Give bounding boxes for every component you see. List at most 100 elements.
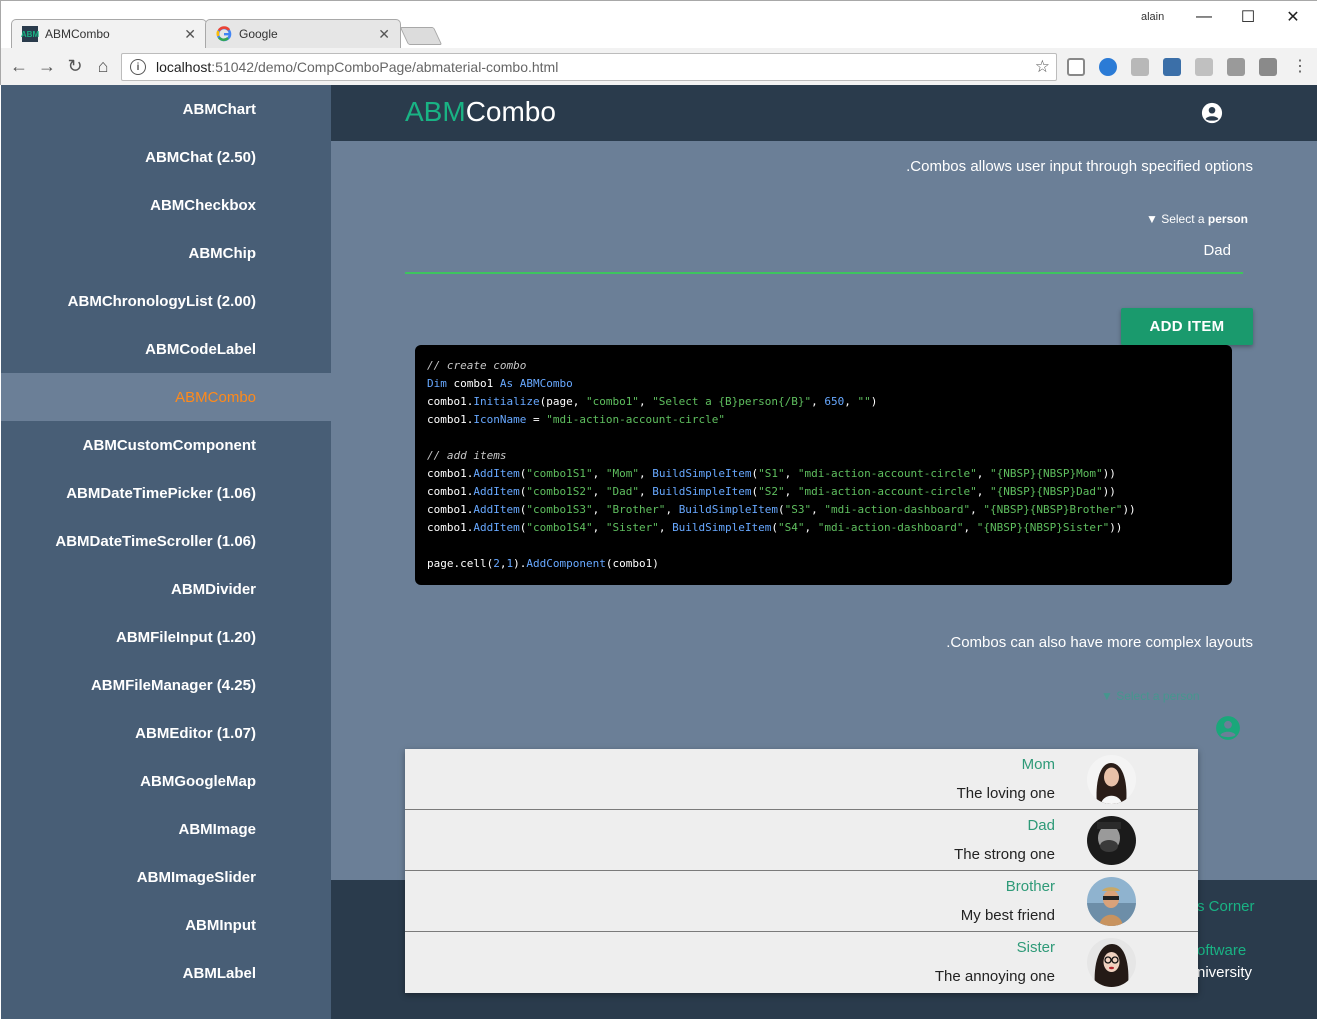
sidebar-item-abmcustomcomponent[interactable]: ABMCustomComponent: [1, 421, 331, 469]
sidebar-item-abmchronologylist-2-00[interactable]: ABMChronologyList (2.00): [1, 277, 331, 325]
sidebar-item-abmcodelabel[interactable]: ABMCodeLabel: [1, 325, 331, 373]
url-path: :51042/demo/CompComboPage/abmaterial-com…: [211, 59, 559, 75]
extension-window-icon[interactable]: [1163, 58, 1181, 76]
home-icon[interactable]: ⌂: [91, 54, 115, 78]
tab-strip: ABM ABMCombo ✕ Google ✕ alain — ☐ ✕: [1, 1, 1317, 48]
info-icon[interactable]: i: [130, 59, 146, 75]
code-token: ABMCombo: [513, 377, 573, 390]
code-token: "mdi-action-dashboard": [817, 521, 964, 534]
code-token: "mdi-action-dashboard": [824, 503, 971, 516]
code-token: (combo1): [605, 557, 659, 570]
sidebar-item-abmeditor-1-07[interactable]: ABMEditor (1.07): [1, 709, 331, 757]
sidebar-item-abmimage[interactable]: ABMImage: [1, 805, 331, 853]
address-bar[interactable]: i localhost:51042/demo/CompComboPage/abm…: [121, 53, 1057, 81]
sidebar-item-abmfilemanager-4-25[interactable]: ABMFileManager (4.25): [1, 661, 331, 709]
code-token: "{NBSP}{NBSP}Mom": [989, 467, 1103, 480]
combo-label-bold: person: [1207, 212, 1248, 226]
code-token: BuildSimpleItem: [652, 485, 752, 498]
menu-icon[interactable]: ⋮: [1288, 54, 1312, 78]
code-token: "S2": [758, 485, 785, 498]
code-token: (: [778, 503, 785, 516]
person-description: The annoying one: [934, 968, 1055, 985]
code-token: =: [526, 413, 547, 426]
code-token: AddComponent: [526, 557, 606, 570]
account-circle-icon[interactable]: [1215, 715, 1241, 741]
code-token: "{NBSP}{NBSP}Dad": [989, 485, 1103, 498]
code-token: ,: [592, 485, 606, 498]
combo-label[interactable]: ▼ Select a person: [1146, 212, 1248, 226]
browser-user-name[interactable]: alain: [1141, 11, 1164, 23]
code-token: "combo1S3": [526, 503, 593, 516]
footer-link-corner[interactable]: s Corner: [1197, 898, 1255, 915]
person-description: My best friend: [960, 907, 1055, 924]
back-icon[interactable]: ←: [7, 54, 31, 78]
sidebar-item-abmimageslider[interactable]: ABMImageSlider: [1, 853, 331, 901]
app-header: ABMCombo: [331, 85, 1317, 141]
code-token: (page,: [539, 395, 586, 408]
camera-icon[interactable]: [1259, 58, 1277, 76]
sidebar-item-abmchat-2-50[interactable]: ABMChat (2.50): [1, 133, 331, 181]
code-token: ,: [638, 395, 653, 408]
page-title: ABMCombo: [405, 96, 556, 128]
code-token: ): [870, 395, 878, 408]
sidebar-item-abmdatetimepicker-1-06[interactable]: ABMDateTimePicker (1.06): [1, 469, 331, 517]
code-token: ,: [592, 521, 606, 534]
code-token: page.cell(: [427, 557, 494, 570]
sidebar-item-abmcheckbox[interactable]: ABMCheckbox: [1, 181, 331, 229]
close-tab-icon[interactable]: ✕: [378, 26, 390, 43]
reload-icon[interactable]: ↻: [63, 54, 87, 78]
browser-toolbar: ← → ↻ ⌂ i localhost:51042/demo/CompCombo…: [1, 48, 1317, 86]
combo-value[interactable]: Dad: [1203, 242, 1231, 259]
sidebar-item-abminput[interactable]: ABMInput: [1, 901, 331, 949]
dropdown-item-brother[interactable]: Brother My best friend: [405, 871, 1198, 932]
avatar-brother: [1087, 877, 1136, 926]
extension-code-icon[interactable]: [1227, 58, 1245, 76]
person-name: Dad: [1027, 817, 1055, 834]
close-window-icon[interactable]: ✕: [1278, 5, 1308, 29]
dropdown-item-dad[interactable]: Dad The strong one: [405, 810, 1198, 871]
bookmark-star-icon[interactable]: ☆: [1035, 57, 1050, 77]
sidebar-item-abmdivider[interactable]: ABMDivider: [1, 565, 331, 613]
tab-label: ABMCombo: [45, 27, 110, 41]
sidebar-item-abmdatetimescroller-1-06[interactable]: ABMDateTimeScroller (1.06): [1, 517, 331, 565]
code-token: AddItem: [473, 503, 520, 516]
extension-cast-icon[interactable]: [1067, 58, 1085, 76]
code-token: As: [499, 377, 514, 390]
close-tab-icon[interactable]: ✕: [184, 26, 196, 43]
dropdown-item-sister[interactable]: Sister The annoying one: [405, 932, 1198, 993]
dropdown-item-mom[interactable]: Mom The loving one: [405, 749, 1198, 810]
combo2-label[interactable]: ▼ Select a person: [1101, 689, 1200, 703]
footer-link-university[interactable]: niversity: [1197, 964, 1252, 981]
combo-underline: [405, 272, 1243, 274]
account-circle-icon[interactable]: [1201, 102, 1223, 124]
code-token: ,: [844, 395, 858, 408]
sidebar-item-abmcombo[interactable]: ABMCombo: [1, 373, 331, 421]
forward-icon[interactable]: →: [35, 54, 59, 78]
sidebar-item-abmfileinput-1-20[interactable]: ABMFileInput (1.20): [1, 613, 331, 661]
code-token: combo1.: [427, 521, 474, 534]
sidebar-item-abmgooglemap[interactable]: ABMGoogleMap: [1, 757, 331, 805]
code-token: "S3": [784, 503, 812, 516]
sidebar-item-abmchart[interactable]: ABMChart: [1, 85, 331, 133]
avatar-mom: [1087, 755, 1136, 804]
tab-google[interactable]: Google ✕: [205, 19, 401, 48]
code-token: ).: [513, 557, 527, 570]
code-token: AddItem: [473, 521, 520, 534]
extension-globe-icon[interactable]: [1099, 58, 1117, 76]
code-token: BuildSimpleItem: [652, 467, 752, 480]
person-description: The strong one: [954, 846, 1055, 863]
code-token: ,: [976, 467, 990, 480]
new-tab-button[interactable]: [399, 27, 443, 45]
footer-link-software[interactable]: oftware: [1197, 942, 1246, 959]
tab-abmcombo[interactable]: ABM ABMCombo ✕: [11, 19, 207, 48]
code-token: ,: [784, 467, 798, 480]
combo-dropdown: Mom The loving one Dad The strong one Br…: [405, 749, 1198, 993]
minimize-icon[interactable]: —: [1189, 5, 1219, 29]
maximize-icon[interactable]: ☐: [1233, 5, 1263, 29]
extension-drive-icon[interactable]: [1131, 58, 1149, 76]
extension-stack-icon[interactable]: [1195, 58, 1213, 76]
code-token: combo1.: [427, 467, 474, 480]
sidebar-item-abmchip[interactable]: ABMChip: [1, 229, 331, 277]
add-item-button[interactable]: ADD ITEM: [1121, 308, 1253, 345]
sidebar-item-abmlabel[interactable]: ABMLabel: [1, 949, 331, 997]
